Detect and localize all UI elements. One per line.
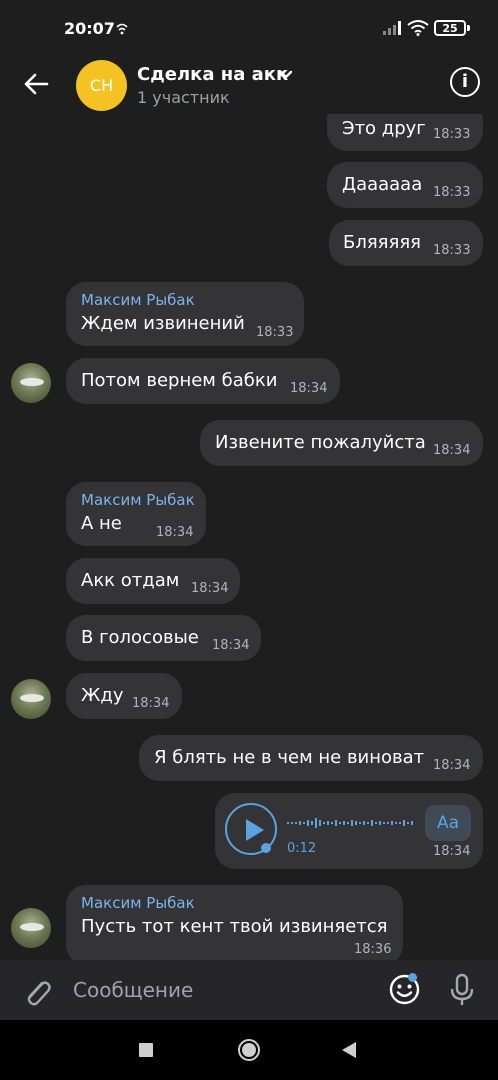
message-bubble[interactable]: Жду 18:34 — [66, 673, 182, 719]
message-time: 18:34 — [433, 844, 471, 859]
message-time: 18:34 — [290, 381, 328, 396]
message-input[interactable]: Сообщение — [73, 978, 193, 1002]
chat-avatar[interactable]: CH — [76, 60, 127, 111]
signal-icon — [383, 21, 401, 35]
recents-button[interactable] — [139, 1043, 153, 1057]
message-bubble[interactable]: Акк отдам 18:34 — [66, 558, 240, 604]
message-text: Я блять не в чем не виноват — [154, 747, 425, 768]
message-time: 18:34 — [191, 581, 229, 596]
message-bubble[interactable]: Потом вернем бабки 18:34 — [66, 358, 340, 404]
message-time: 18:34 — [156, 525, 194, 540]
message-bubble[interactable]: Это друг 18:33 — [327, 114, 483, 151]
message-text: Пусть тот кент твой извиняется — [81, 916, 388, 937]
battery-level: 25 — [442, 22, 458, 35]
voice-duration: 0:12 — [287, 841, 317, 856]
message-text: Ждем извинений — [81, 313, 245, 334]
message-time: 18:33 — [433, 127, 471, 142]
message-bubble[interactable]: Дааааaa 18:33 — [327, 162, 483, 208]
unplayed-dot — [261, 843, 271, 853]
message-text: В голосовые — [81, 627, 199, 648]
mic-icon[interactable] — [449, 973, 475, 1007]
transcribe-button[interactable]: Aa — [425, 805, 471, 841]
chat-title[interactable]: Сделка на акк — [137, 64, 288, 85]
message-time: 18:34 — [132, 696, 170, 711]
sender-avatar[interactable] — [11, 908, 51, 948]
message-text: Акк отдам — [81, 570, 180, 591]
system-back-button[interactable] — [342, 1042, 356, 1058]
home-button[interactable] — [238, 1039, 260, 1061]
message-bubble[interactable]: Бляяяяя 18:33 — [329, 220, 483, 266]
message-list[interactable]: Это друг 18:33 Дааааaa 18:33 Бляяяяя 18:… — [0, 114, 498, 960]
message-time: 18:33 — [433, 243, 471, 258]
chevron-down-icon[interactable] — [279, 70, 293, 80]
waveform[interactable] — [287, 817, 417, 829]
sender-avatar[interactable] — [11, 363, 51, 403]
message-text: А не — [81, 513, 122, 534]
message-text: Жду — [81, 685, 124, 706]
message-input-bar: Сообщение — [0, 960, 498, 1020]
message-text: Потом вернем бабки — [81, 370, 278, 391]
message-time: 18:33 — [256, 325, 294, 340]
battery-tip — [467, 25, 470, 31]
message-time: 18:34 — [433, 443, 471, 458]
sender-name[interactable]: Максим Рыбак — [81, 491, 195, 509]
wifi-icon — [407, 20, 429, 36]
chat-subtitle: 1 участник — [137, 88, 230, 107]
message-text: Это друг — [342, 118, 426, 139]
sender-avatar[interactable] — [11, 679, 51, 719]
notification-dot — [408, 973, 417, 982]
message-bubble[interactable]: Максим Рыбак Пусть тот кент твой извиняе… — [66, 885, 403, 960]
message-time: 18:33 — [433, 185, 471, 200]
message-bubble[interactable]: Извените пожалуйста 18:34 — [200, 420, 483, 466]
attach-icon[interactable] — [20, 974, 52, 1008]
message-bubble[interactable]: Максим Рыбак А не 18:34 — [66, 482, 206, 546]
message-bubble[interactable]: Максим Рыбак Ждем извинений 18:33 — [66, 282, 304, 346]
status-time: 20:07 — [64, 19, 115, 38]
info-icon[interactable]: i — [450, 67, 480, 97]
chat-header: CH Сделка на акк 1 участник i — [0, 58, 498, 114]
message-time: 18:34 — [433, 758, 471, 773]
message-text: Извените пожалуйста — [215, 432, 426, 453]
message-bubble[interactable]: В голосовые 18:34 — [66, 615, 261, 661]
message-time: 18:36 — [354, 942, 392, 957]
system-nav-bar — [0, 1020, 498, 1080]
message-time: 18:34 — [212, 638, 250, 653]
message-bubble[interactable]: Я блять не в чем не виноват 18:34 — [139, 735, 483, 781]
wifi-small-icon — [116, 23, 128, 35]
back-icon[interactable] — [22, 70, 50, 98]
sender-name[interactable]: Максим Рыбак — [81, 894, 195, 912]
message-text: Дааааaa — [342, 174, 423, 195]
play-triangle — [246, 819, 264, 841]
voice-message[interactable]: 0:12 Aa 18:34 — [215, 793, 483, 869]
status-bar: 20:07 25 — [0, 0, 498, 58]
sender-name[interactable]: Максим Рыбак — [81, 291, 195, 309]
message-text: Бляяяяя — [343, 232, 421, 253]
battery-icon: 25 — [434, 20, 466, 36]
